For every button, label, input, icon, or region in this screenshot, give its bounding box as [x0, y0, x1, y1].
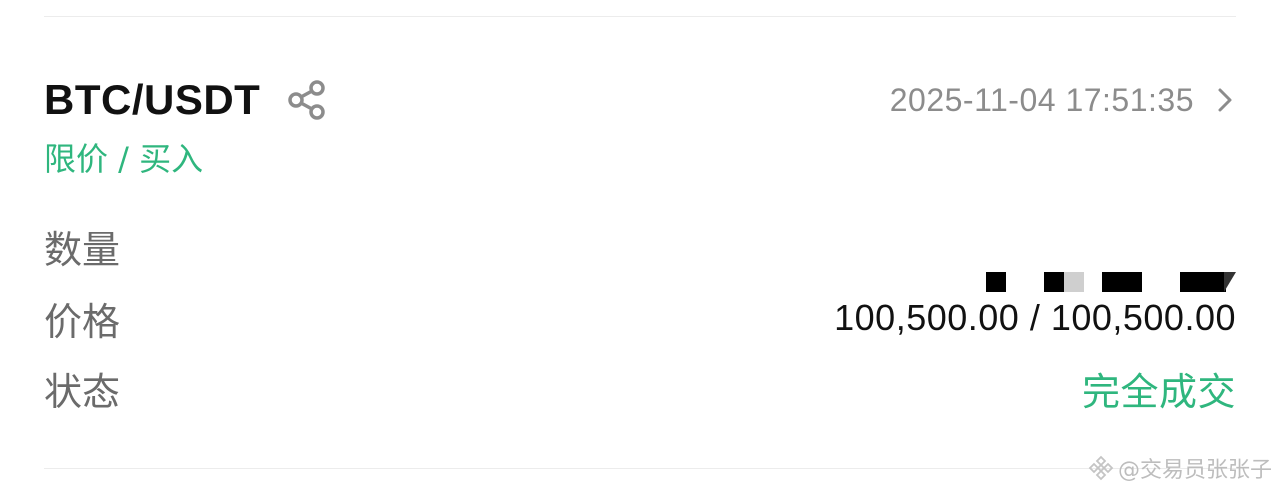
order-type-label: 限价 / 买入	[44, 140, 204, 178]
status-row: 状态 完全成交	[44, 362, 1236, 414]
quantity-value-redacted	[986, 272, 1236, 292]
pair-group: BTC/USDT	[44, 76, 330, 124]
binance-logo-icon	[1088, 455, 1114, 481]
share-icon[interactable]	[286, 78, 330, 122]
bottom-divider	[44, 468, 1236, 469]
watermark: @交易员张张子	[1088, 452, 1272, 484]
watermark-text: @交易员张张子	[1117, 458, 1272, 483]
trading-pair: BTC/USDT	[44, 76, 261, 123]
price-value: 100,500.00 / 100,500.00	[834, 297, 1236, 338]
price-row: 价格 100,500.00 / 100,500.00	[44, 292, 1236, 344]
status-label: 状态	[44, 369, 121, 414]
order-detail-link[interactable]: 2025-11-04 17:51:35	[890, 82, 1236, 119]
quantity-row: 数量	[44, 220, 1236, 292]
status-value: 完全成交	[1081, 369, 1236, 414]
order-datetime: 2025-11-04 17:51:35	[889, 81, 1194, 118]
price-label: 价格	[44, 299, 121, 344]
chevron-right-icon	[1214, 85, 1236, 115]
order-header: BTC/USDT 2025-11-04 17:51:35	[44, 72, 1236, 128]
quantity-label: 数量	[44, 227, 121, 272]
top-divider	[44, 16, 1236, 17]
